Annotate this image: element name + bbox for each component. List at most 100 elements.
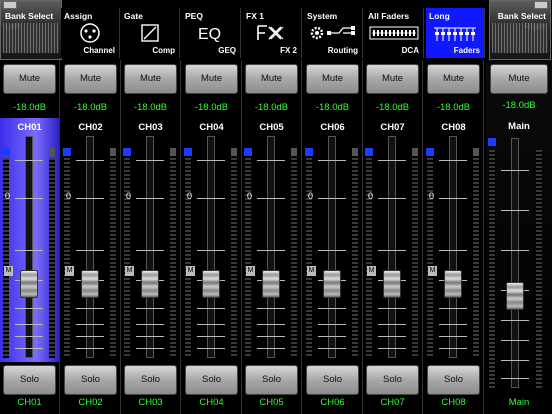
fader-knob[interactable]	[20, 270, 38, 298]
scale-tick	[136, 250, 164, 251]
scale-tick	[15, 160, 43, 161]
level-readout: -18.0dB	[315, 102, 350, 113]
mute-button[interactable]: Mute	[366, 64, 419, 94]
main-fader-track	[511, 138, 519, 388]
mute-button[interactable]: Mute	[427, 64, 480, 94]
meter-peak-icon	[412, 148, 418, 156]
marker-icon: M	[125, 266, 134, 276]
level-meter	[245, 158, 251, 358]
channel-strip: Mute -18.0dB CH08 0 M Solo CH08	[424, 60, 484, 414]
scale-tick	[439, 336, 467, 337]
meter-peak-icon	[473, 148, 479, 156]
fader-knob[interactable]	[202, 270, 220, 298]
scale-tick	[15, 348, 43, 349]
tab-fx[interactable]: FX 1 FX 2	[243, 8, 302, 58]
channel-bottom-label: CH06	[320, 397, 345, 408]
channel-bottom-label: CH07	[380, 397, 405, 408]
scale-tick	[318, 250, 346, 251]
mute-button[interactable]: Mute	[185, 64, 238, 94]
solo-button[interactable]: Solo	[245, 365, 298, 395]
channel-strip: Mute -18.0dB CH02 0 M Solo CH02	[61, 60, 121, 414]
marker-icon: M	[4, 266, 13, 276]
fader-knob[interactable]	[383, 270, 401, 298]
tab-long-label: Long	[429, 11, 450, 21]
meter-peak-icon	[170, 148, 176, 156]
solo-button[interactable]: Solo	[64, 365, 117, 395]
level-readout: -18.0dB	[436, 102, 471, 113]
channel-strip: Mute -18.0dB CH03 0 M Solo CH03	[121, 60, 181, 414]
tab-peq-label: PEQ	[185, 11, 203, 21]
tab-all-faders[interactable]: All Faders DCA	[365, 8, 424, 58]
scale-tick	[76, 308, 104, 309]
scale-tick	[318, 198, 346, 199]
meter-clip-icon	[63, 148, 71, 156]
scale-tick	[439, 250, 467, 251]
scale-zero-label: 0	[187, 191, 193, 201]
tab-assign-sub: Channel	[83, 46, 115, 55]
tab-system-label: System	[307, 11, 338, 21]
meter-clip-icon	[488, 138, 496, 146]
scale-tick	[15, 308, 43, 309]
level-meter-right	[352, 158, 358, 358]
tab-system[interactable]: System Routing	[304, 8, 363, 58]
bank-select-right-button[interactable]: Bank SelectRight	[489, 0, 551, 60]
channel-bottom-label: CH08	[441, 397, 466, 408]
meter-clip-icon	[244, 148, 252, 156]
main-name: Main	[508, 121, 530, 132]
scale-tick	[318, 336, 346, 337]
level-meter-right	[170, 158, 176, 358]
gate-comp-icon	[121, 22, 179, 44]
marker-icon: M	[65, 266, 74, 276]
solo-button[interactable]: Solo	[306, 365, 359, 395]
solo-button[interactable]: Solo	[3, 365, 56, 395]
tab-gate[interactable]: Gate Comp	[121, 8, 180, 58]
bank-select-left-button[interactable]: Bank SelectLeft	[0, 0, 62, 60]
main-mute-button[interactable]: Mute	[490, 64, 548, 94]
fader-knob[interactable]	[444, 270, 462, 298]
fader-knob[interactable]	[81, 270, 99, 298]
scale-tick	[378, 348, 406, 349]
fader-knob[interactable]	[323, 270, 341, 298]
mute-button[interactable]: Mute	[3, 64, 56, 94]
scale-tick	[15, 250, 43, 251]
long-faders-icon	[426, 22, 484, 44]
fader-knob[interactable]	[262, 270, 280, 298]
scale-tick	[197, 348, 225, 349]
channel-name: CH02	[78, 122, 103, 133]
channel-name: CH05	[259, 122, 284, 133]
solo-button[interactable]: Solo	[427, 365, 480, 395]
solo-button[interactable]: Solo	[185, 365, 238, 395]
scale-zero-label: 0	[247, 191, 253, 201]
fader-knob[interactable]	[141, 270, 159, 298]
tab-assign[interactable]: Assign Channel	[61, 8, 120, 58]
mute-button[interactable]: Mute	[245, 64, 298, 94]
channel-strip: Mute -18.0dB CH01 0 M Solo CH01	[0, 60, 60, 414]
scale-tick	[378, 250, 406, 251]
channel-name: CH03	[138, 122, 163, 133]
scale-zero-label: 0	[429, 191, 435, 201]
scale-tick	[76, 198, 104, 199]
level-meter	[366, 158, 372, 358]
channel-strip: Mute -18.0dB CH04 0 M Solo CH04	[182, 60, 242, 414]
tab-long-sub: Faders	[453, 46, 480, 55]
main-level-readout: -18.0dB	[502, 100, 536, 111]
tab-long-faders[interactable]: Long Faders	[426, 8, 485, 58]
level-meter	[124, 158, 130, 358]
level-readout: -18.0dB	[73, 102, 108, 113]
strip-divider	[483, 60, 484, 414]
mute-button[interactable]: Mute	[306, 64, 359, 94]
level-readout: -18.0dB	[194, 102, 229, 113]
level-meter-right	[412, 158, 418, 358]
scale-zero-label: 0	[368, 191, 374, 201]
scale-tick	[378, 160, 406, 161]
solo-button[interactable]: Solo	[366, 365, 419, 395]
strip-divider	[180, 60, 181, 414]
meter-clip-icon	[123, 148, 131, 156]
main-fader-knob[interactable]	[506, 282, 524, 310]
solo-button[interactable]: Solo	[124, 365, 177, 395]
scale-tick	[501, 360, 529, 361]
scale-tick	[378, 308, 406, 309]
tab-peq[interactable]: PEQ EQ GEQ	[182, 8, 241, 58]
mute-button[interactable]: Mute	[124, 64, 177, 94]
mute-button[interactable]: Mute	[64, 64, 117, 94]
